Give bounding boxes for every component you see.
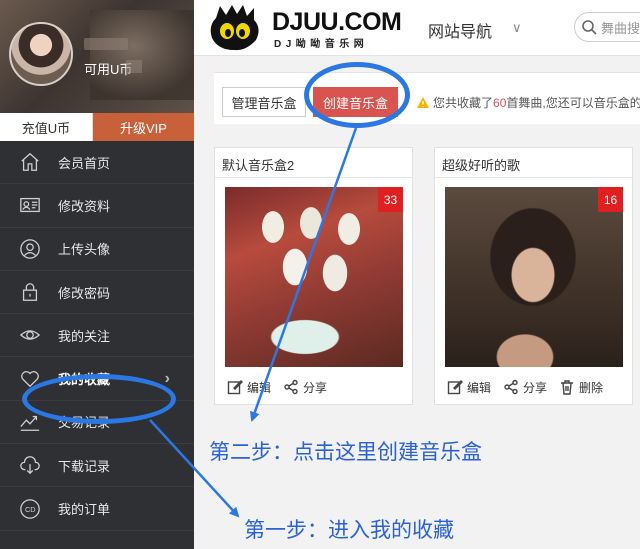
edit-label: 编辑 — [247, 380, 272, 395]
top-header: DJUU.COM DJ呦呦音乐网 网站导航 ∨ 舞曲搜 — [194, 0, 640, 56]
home-icon — [18, 150, 42, 174]
edit-label: 编辑 — [467, 380, 492, 395]
trash-icon — [561, 380, 574, 395]
warning-icon — [417, 97, 429, 108]
eye-icon — [18, 323, 42, 347]
svg-text:CD: CD — [25, 505, 36, 514]
sidebar-item-orders[interactable]: CD 我的订单 — [0, 487, 194, 531]
song-count-badge: 33 — [378, 187, 403, 212]
chevron-down-icon[interactable]: ∨ — [512, 20, 522, 36]
step2-annotation: 第二步：点击这里创建音乐盒 — [209, 440, 482, 464]
sidebar-item-following[interactable]: 我的关注 — [0, 314, 194, 358]
share-icon — [284, 379, 298, 395]
song-count-badge: 16 — [598, 187, 623, 212]
music-box-cover-image[interactable]: 33 — [225, 187, 403, 367]
sidebar-menu: 会员首页 修改资料 上传头像 修改密码 我的关注 我的收藏 › 交易记录 下载记… — [0, 141, 194, 531]
search-placeholder: 舞曲搜 — [601, 20, 640, 36]
manage-music-box-button[interactable]: 管理音乐盒 — [222, 87, 306, 117]
logo-mascot-icon[interactable] — [206, 4, 264, 52]
step1-annotation: 第一步：进入我的收藏 — [244, 518, 454, 542]
share-icon — [504, 379, 518, 395]
lock-icon — [18, 280, 42, 304]
profile-background — [90, 10, 194, 100]
notice-prefix: 您共收藏了 — [433, 96, 494, 110]
search-icon — [582, 20, 597, 35]
sidebar-item-label: 修改密码 — [58, 285, 111, 301]
delete-button[interactable]: 删除 — [559, 379, 603, 396]
sidebar-item-label: 我的关注 — [58, 328, 111, 344]
music-box-title[interactable]: 超级好听的歌 — [435, 148, 632, 178]
edit-icon — [227, 380, 243, 395]
favorites-notice: 您共收藏了 60 首舞曲,您还可以音乐盒的 — [416, 94, 640, 111]
search-input[interactable]: 舞曲搜 — [574, 12, 640, 42]
favorites-count: 60 — [493, 95, 507, 110]
user-icon — [18, 237, 42, 261]
edit-button[interactable]: 编辑 — [447, 379, 491, 396]
chevron-right-icon: › — [164, 369, 170, 387]
upgrade-vip-button[interactable]: 升级VIP — [93, 113, 194, 141]
music-box-title[interactable]: 默认音乐盒2 — [215, 148, 412, 178]
sidebar-item-upload-avatar[interactable]: 上传头像 — [0, 228, 194, 271]
share-label: 分享 — [303, 380, 328, 395]
recharge-button[interactable]: 充值U币 — [0, 113, 93, 141]
edit-button[interactable]: 编辑 — [227, 379, 271, 396]
share-label: 分享 — [523, 380, 548, 395]
username-blurred — [84, 38, 128, 50]
cd-icon: CD — [18, 497, 42, 521]
logo-subtitle: DJ呦呦音乐网 — [274, 39, 369, 50]
sidebar-item-label: 修改资料 — [58, 198, 111, 214]
sidebar-item-home[interactable]: 会员首页 — [0, 141, 194, 185]
sidebar-item-edit-profile[interactable]: 修改资料 — [0, 184, 194, 228]
share-button[interactable]: 分享 — [503, 379, 547, 396]
cloud-download-icon — [18, 453, 42, 477]
music-box-card[interactable]: 默认音乐盒2 33 编辑 分享 — [214, 147, 413, 405]
music-box-card[interactable]: 超级好听的歌 16 编辑 分享 删除 — [434, 147, 633, 405]
site-nav-menu[interactable]: 网站导航 — [428, 18, 492, 42]
notice-suffix: 首舞曲,您还可以音乐盒的 — [506, 96, 640, 110]
coin-value-blurred — [126, 60, 142, 73]
id-card-icon — [18, 193, 42, 217]
highlight-favorites-item — [22, 374, 176, 424]
sidebar: 可用U币 充值U币 升级VIP 会员首页 修改资料 上传头像 修改密码 我的关注… — [0, 0, 194, 549]
highlight-create-button — [304, 62, 410, 128]
delete-label: 删除 — [579, 380, 604, 395]
sidebar-item-label: 会员首页 — [58, 155, 111, 171]
sidebar-item-downloads[interactable]: 下载记录 — [0, 444, 194, 488]
edit-icon — [447, 380, 463, 395]
share-button[interactable]: 分享 — [283, 379, 327, 396]
music-box-cover-image[interactable]: 16 — [445, 187, 623, 367]
sidebar-item-label: 我的订单 — [58, 502, 111, 518]
profile-panel: 可用U币 — [0, 0, 194, 113]
sidebar-item-change-password[interactable]: 修改密码 — [0, 271, 194, 315]
logo-text[interactable]: DJUU.COM — [272, 8, 402, 37]
sidebar-item-label: 上传头像 — [58, 242, 111, 258]
sidebar-item-label: 下载记录 — [58, 458, 111, 474]
music-box-toolbar: 管理音乐盒 创建音乐盒 您共收藏了 60 首舞曲,您还可以音乐盒的 — [214, 72, 640, 124]
avatar[interactable] — [9, 22, 73, 86]
